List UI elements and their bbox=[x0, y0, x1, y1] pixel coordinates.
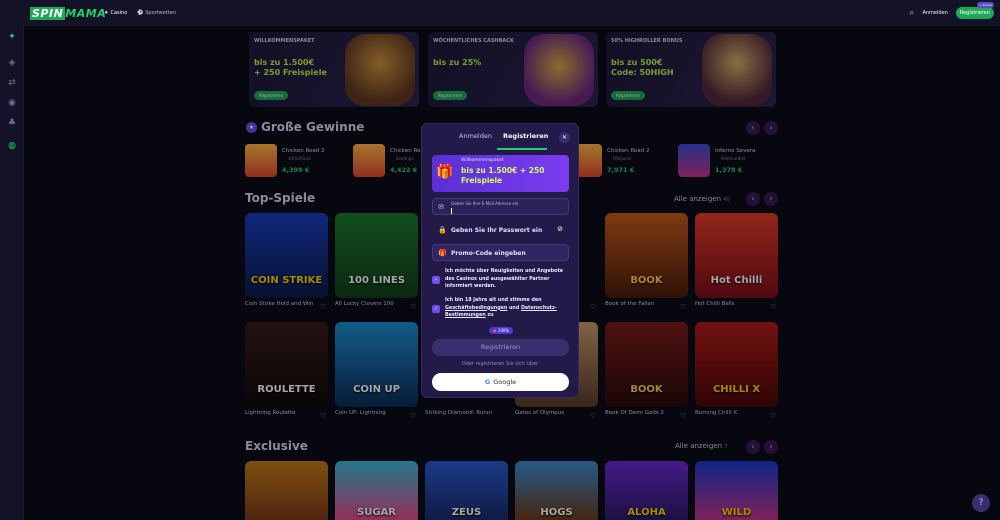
progress-badge: ● 100% bbox=[489, 327, 514, 334]
email-field[interactable]: ✉ Geben Sie Ihre E-Mail-Adresse ein bbox=[432, 198, 569, 215]
bonus-banner: 🎁 Willkommenspaket bis zu 1.500€ + 250 F… bbox=[432, 155, 569, 192]
newsletter-text: Ich möchte über Neuigkeiten und Angebote… bbox=[445, 269, 563, 289]
gamepad-icon[interactable]: ♣ bbox=[7, 118, 17, 128]
register-submit-button[interactable]: Registrieren bbox=[432, 339, 569, 356]
flag-icon: ● bbox=[493, 328, 497, 333]
search-icon[interactable]: ⌕ bbox=[909, 8, 914, 18]
support-chat-icon[interactable]: ? bbox=[972, 494, 990, 512]
modal-tabs: Anmelden Registrieren bbox=[422, 132, 578, 146]
google-signup-button[interactable]: G Google bbox=[432, 373, 569, 391]
google-icon: G bbox=[484, 378, 491, 386]
tab-login[interactable]: Anmelden bbox=[459, 132, 492, 140]
sidebar: ✦ ◈ ⇄ ◉ ♣ ◍ bbox=[0, 26, 24, 520]
terms-checkbox[interactable]: ✓ bbox=[432, 305, 440, 313]
or-divider: Oder registrieren Sie sich über bbox=[461, 361, 539, 367]
casino-icon: ♠ bbox=[104, 10, 109, 16]
new-badge: + bonus bbox=[977, 2, 994, 8]
top-bar: SPIN MAMA ♠ Casino ⚽ Sportwetten ⌕ Anmelden… bbox=[0, 0, 1000, 26]
tab-register[interactable]: Registrieren bbox=[503, 132, 548, 140]
password-field[interactable]: 🔒 Geben Sie Ihr Passwort ein ⊘ bbox=[432, 221, 569, 238]
tab-casino[interactable]: ♠ Casino bbox=[104, 10, 127, 16]
promo-code-field[interactable]: 🎁 Promo-Code eingeben bbox=[432, 244, 569, 261]
tab-sports[interactable]: ⚽ Sportwetten bbox=[137, 10, 176, 16]
text-cursor bbox=[451, 208, 452, 214]
register-button[interactable]: Registrieren + bonus bbox=[955, 2, 994, 19]
chip-icon[interactable]: ◉ bbox=[7, 98, 17, 108]
terms-text: Ich bin 18 Jahre alt und stimme den Gesc… bbox=[445, 298, 557, 318]
newsletter-checkbox[interactable]: ✓ bbox=[432, 276, 440, 284]
active-tab-indicator bbox=[497, 148, 547, 150]
close-icon[interactable]: ✕ bbox=[559, 132, 570, 143]
transfer-icon[interactable]: ⇄ bbox=[7, 78, 17, 88]
mail-icon: ✉ bbox=[438, 203, 444, 211]
sports-icon: ⚽ bbox=[137, 10, 144, 16]
terms-link[interactable]: Geschäftsbedingungen bbox=[445, 306, 507, 311]
promo-icon[interactable]: ◈ bbox=[7, 58, 17, 68]
menu-icon[interactable]: ✦ bbox=[7, 32, 17, 42]
gift-small-icon: 🎁 bbox=[438, 249, 447, 257]
lock-icon: 🔒 bbox=[438, 226, 447, 234]
login-button[interactable]: Anmelden bbox=[922, 10, 947, 16]
register-modal: Anmelden Registrieren ✕ 🎁 Willkommenspak… bbox=[421, 123, 579, 398]
chat-icon[interactable]: ◍ bbox=[7, 141, 17, 151]
eye-off-icon[interactable]: ⊘ bbox=[557, 225, 563, 233]
logo[interactable]: SPIN MAMA bbox=[30, 7, 106, 20]
gift-icon: 🎁 bbox=[436, 164, 454, 180]
